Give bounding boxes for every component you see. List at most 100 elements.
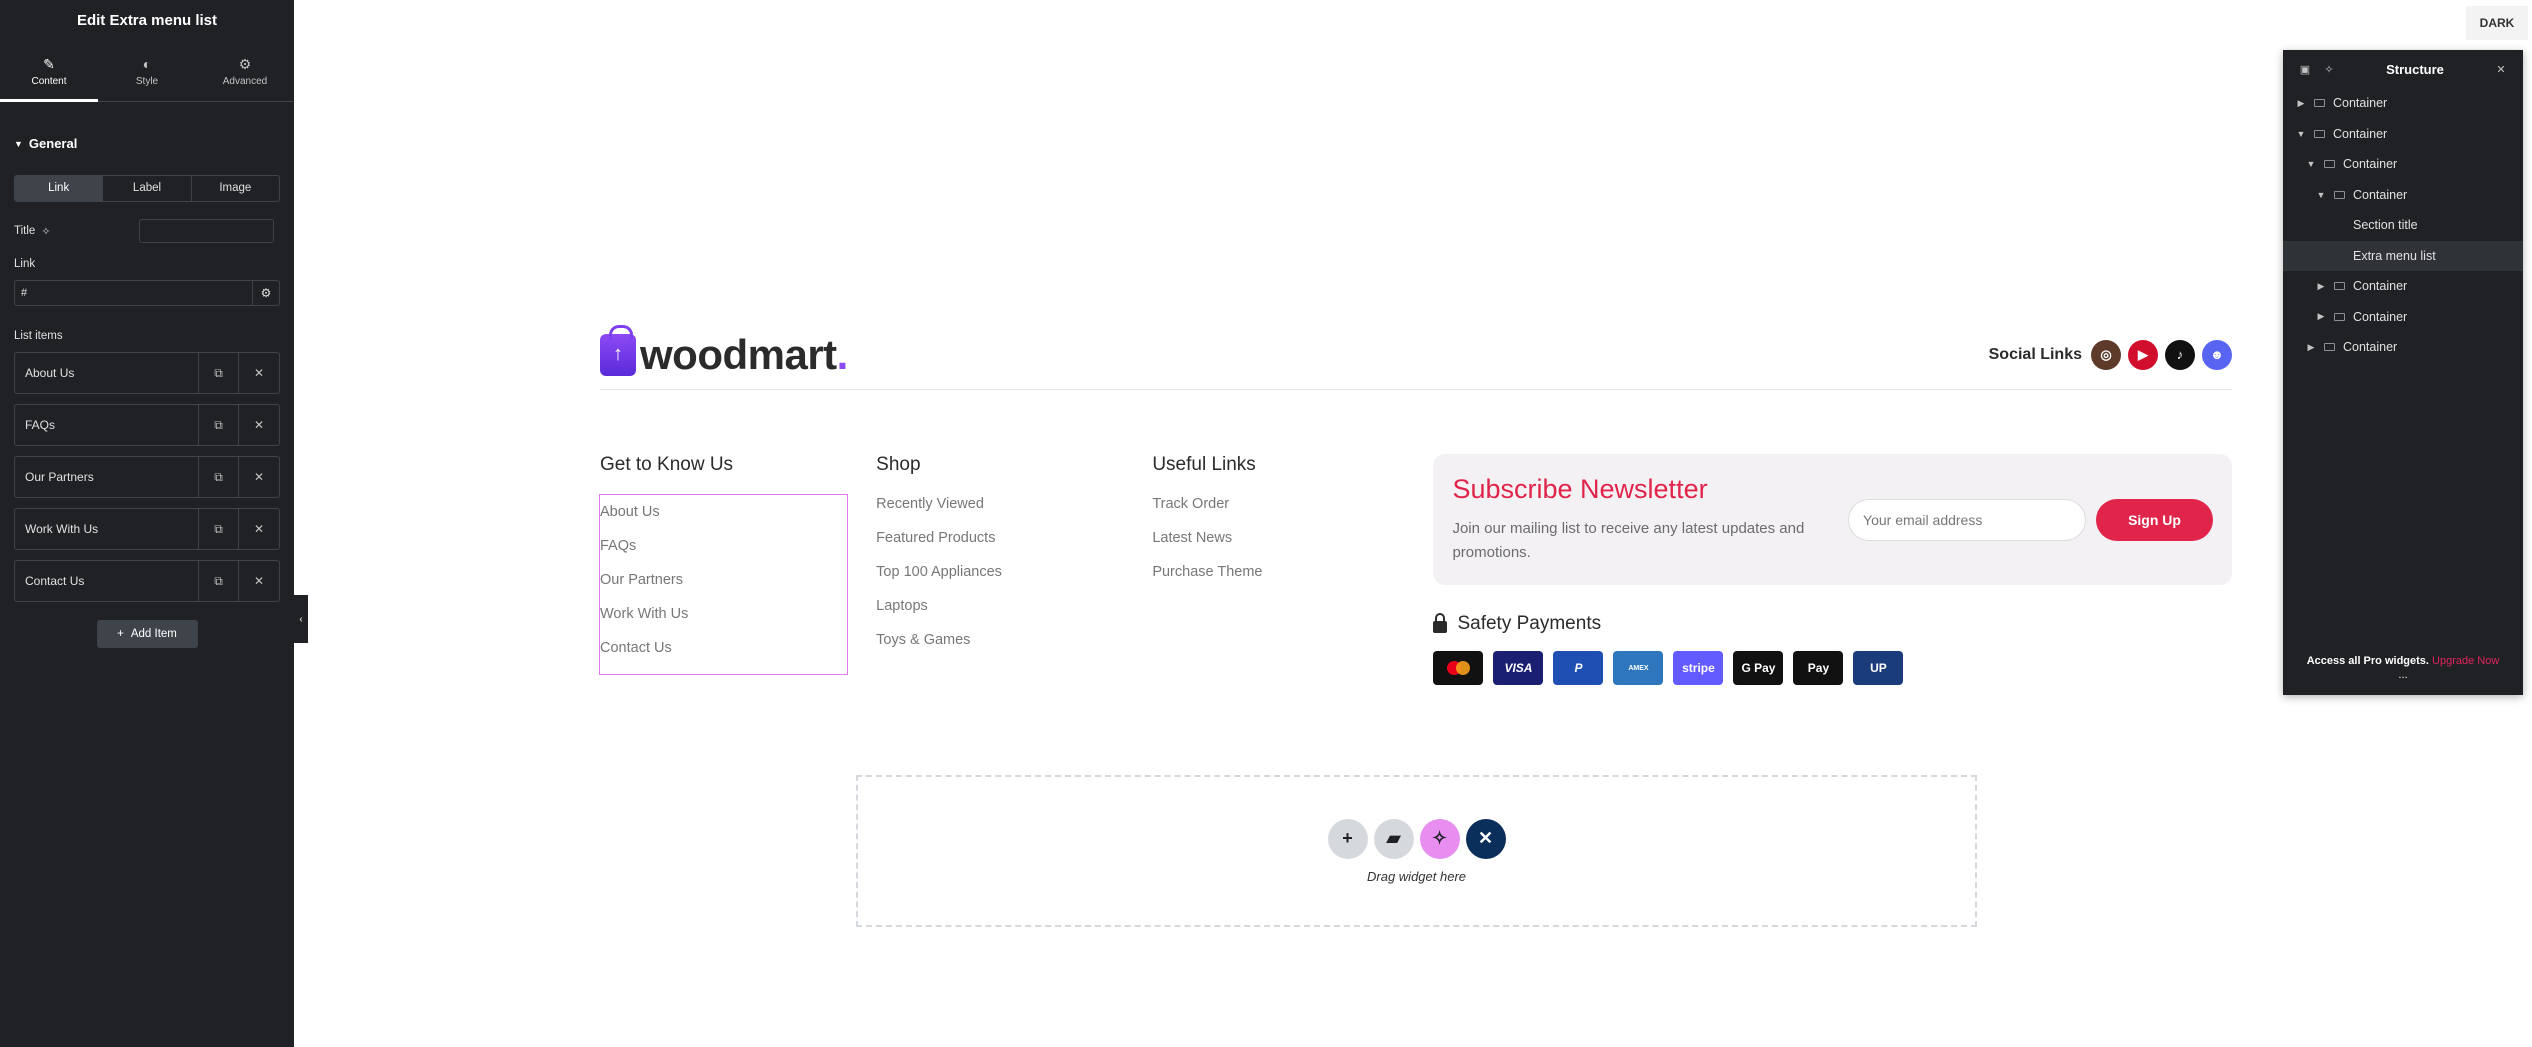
link-options-gear-icon[interactable]: ⚙ [253,281,279,305]
add-item-button[interactable]: + Add Item [96,620,198,648]
list-item[interactable]: Work With Us ⧉ ✕ [14,508,280,550]
footer-link[interactable]: Contact Us [600,638,847,672]
stripe-icon: stripe [1673,651,1724,685]
list-item[interactable]: About Us ⧉ ✕ [14,352,280,394]
container-icon [2324,343,2335,352]
close-icon[interactable]: ✕ [239,405,279,445]
list-item-label[interactable]: FAQs [15,405,199,445]
link-input[interactable]: # [15,281,253,305]
duplicate-icon[interactable]: ⧉ [199,405,239,445]
footer-link[interactable]: Laptops [876,596,1152,630]
close-icon[interactable]: ✕ [2489,63,2513,76]
discord-icon[interactable]: ☻ [2202,339,2232,370]
close-icon[interactable]: ✕ [239,509,279,549]
footer-link[interactable]: Recently Viewed [876,494,1152,528]
email-field[interactable]: Your email address [1848,498,2087,541]
amex-icon: AMEX [1613,651,1664,685]
list-item[interactable]: FAQs ⧉ ✕ [14,404,280,446]
list-item-label[interactable]: About Us [15,353,199,393]
dark-mode-button[interactable]: DARK [2466,6,2528,40]
tree-node-label: Container [2353,279,2408,294]
column-title: Shop [876,454,921,475]
segment-label[interactable]: Label [103,176,192,201]
footer-column-know-us: Get to Know Us About Us FAQs Our Partner… [599,454,876,685]
tree-node[interactable]: ▶ Container [2283,88,2523,119]
tree-node[interactable]: Section title [2283,210,2523,241]
footer-link[interactable]: Our Partners [600,570,847,604]
tab-advanced[interactable]: ⚙ Advanced [196,42,294,101]
footer-link[interactable]: Latest News [1152,528,1428,562]
newsletter-payments-column: Subscribe Newsletter Join our mailing li… [1433,454,2233,685]
add-section-plus-icon[interactable]: + [1327,818,1368,859]
duplicate-icon[interactable]: ⧉ [199,457,239,497]
footer-link[interactable]: Featured Products [876,528,1152,562]
segment-image[interactable]: Image [192,176,279,201]
instagram-icon[interactable]: ◎ [2091,339,2121,370]
footer-link[interactable]: Purchase Theme [1152,562,1428,596]
close-icon[interactable]: ✕ [239,561,279,601]
caret-down-icon[interactable]: ▼ [2305,159,2317,169]
caret-down-icon[interactable]: ▼ [2315,190,2327,200]
tiktok-icon[interactable]: ♪ [2165,339,2195,370]
list-item[interactable]: Our Partners ⧉ ✕ [14,456,280,498]
duplicate-icon[interactable]: ⧉ [199,353,239,393]
panel-title: Edit Extra menu list [76,12,218,29]
caret-right-icon[interactable]: ▶ [2315,311,2327,322]
title-row: Title ✧ [14,218,280,244]
ai-sparkle-icon[interactable]: ✧ [41,225,50,238]
footer-link[interactable]: Work With Us [600,604,847,638]
elementor-kit-icon[interactable]: ✕ [1465,818,1506,859]
footer-link[interactable]: Toys & Games [876,630,1152,664]
footer-link[interactable]: Top 100 Appliances [876,562,1152,596]
tree-node[interactable]: ▶ Container [2283,271,2523,302]
extra-menu-list-selected[interactable]: About Us FAQs Our Partners Work With Us … [599,494,848,675]
tree-node[interactable]: ▼ Container [2283,119,2523,150]
close-icon[interactable]: ✕ [239,457,279,497]
tree-node[interactable]: ▼ Container [2283,180,2523,211]
drop-zone[interactable]: + ▰ ✧ ✕ Drag widget here [856,775,1977,927]
collapse-panel-button[interactable]: ‹ [294,595,308,643]
structure-header: ▣ ✧ Structure ✕ [2283,50,2523,88]
caret-right-icon[interactable]: ▶ [2295,98,2307,109]
duplicate-icon[interactable]: ⧉ [199,561,239,601]
ai-sparkle-icon[interactable]: ✧ [1419,818,1460,859]
ai-sparkle-icon[interactable]: ✧ [2317,63,2341,76]
footer-link-list: Track Order Latest News Purchase Theme [1152,494,1428,596]
tree-node[interactable]: ▶ Container [2283,302,2523,333]
sign-up-button[interactable]: Sign Up [2096,498,2214,541]
close-icon[interactable]: ✕ [239,353,279,393]
list-item-label[interactable]: Our Partners [15,457,199,497]
tab-content[interactable]: ✎ Content [0,42,98,102]
site-logo[interactable]: ↑ woodmart. [600,324,848,379]
drop-zone-text: Drag widget here [1367,868,1466,884]
collapse-all-icon[interactable]: ▣ [2293,63,2317,76]
tree-node-selected[interactable]: Extra menu list [2283,240,2523,271]
segment-link[interactable]: Link [15,176,104,201]
logo-text: woodmart [640,330,837,378]
list-item-label[interactable]: Contact Us [15,561,199,601]
footer-link[interactable]: FAQs [600,536,847,570]
tree-node[interactable]: ▼ Container [2283,149,2523,180]
tree-node-label: Container [2333,96,2388,111]
list-item[interactable]: Contact Us ⧉ ✕ [14,560,280,602]
footer-link[interactable]: Track Order [1152,494,1428,528]
folder-icon[interactable]: ▰ [1373,818,1414,859]
newsletter-box: Subscribe Newsletter Join our mailing li… [1433,454,2233,585]
tree-node[interactable]: ▶ Container [2283,332,2523,363]
youtube-icon[interactable]: ▶ [2128,339,2158,370]
caret-down-icon[interactable]: ▼ [2295,129,2307,139]
general-section-toggle[interactable]: ▼ General [14,136,280,151]
footer-link[interactable]: About Us [600,502,847,536]
upgrade-now-link[interactable]: Upgrade Now [2432,655,2499,667]
title-input[interactable] [139,219,274,243]
list-item-label[interactable]: Work With Us [15,509,199,549]
container-icon [2314,129,2325,138]
tab-style[interactable]: ◐ Style [98,42,196,101]
tree-node-label: Container [2343,340,2398,355]
footer-link-list: Recently Viewed Featured Products Top 10… [876,494,1152,664]
tab-advanced-label: Advanced [222,75,268,87]
caret-right-icon[interactable]: ▶ [2305,342,2317,353]
caret-right-icon[interactable]: ▶ [2315,281,2327,292]
duplicate-icon[interactable]: ⧉ [199,509,239,549]
social-links: Social Links ◎ ▶ ♪ ☻ [1989,339,2232,370]
